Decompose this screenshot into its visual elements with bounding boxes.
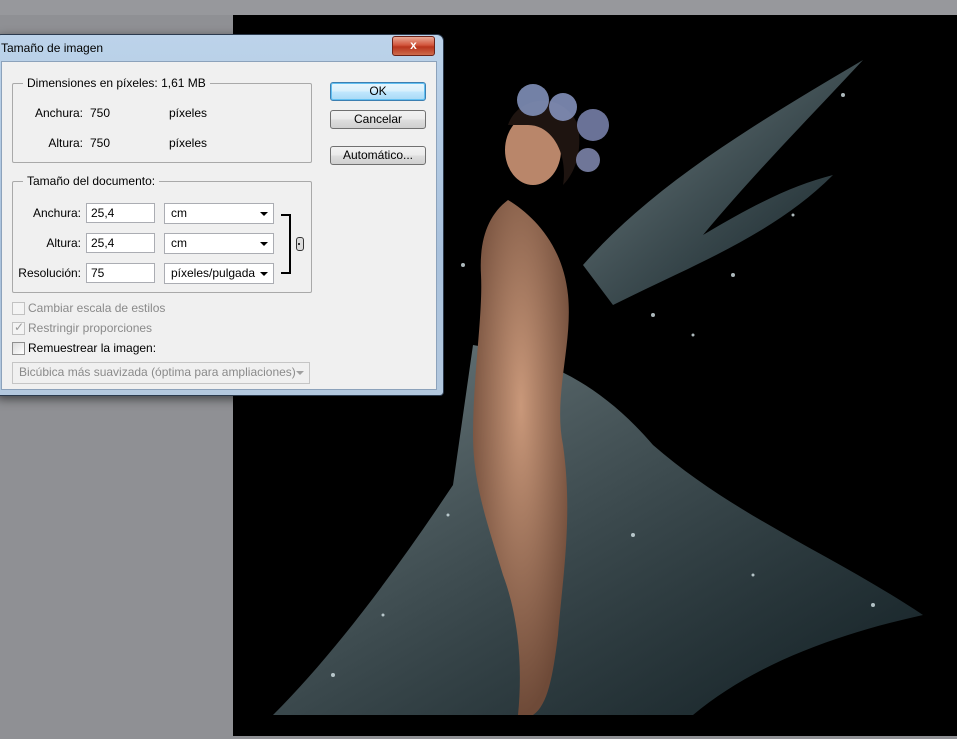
pixel-width-label: Anchura: xyxy=(34,106,83,120)
close-button[interactable]: x xyxy=(392,36,435,56)
scale-styles-checkbox[interactable] xyxy=(12,302,25,315)
image-size-dialog: Tamaño de imagen x Dimensiones en píxele… xyxy=(0,34,444,396)
doc-width-label: Anchura: xyxy=(32,206,81,220)
pixel-dimensions-group: Dimensiones en píxeles: 1,61 MB Anchura:… xyxy=(12,76,312,163)
constrain-proportions-label: Restringir proporciones xyxy=(28,321,153,335)
pixel-dimensions-label: Dimensiones en píxeles: 1,61 MB xyxy=(23,76,210,90)
dialog-client-area: Dimensiones en píxeles: 1,61 MB Anchura:… xyxy=(1,61,437,390)
doc-height-label: Altura: xyxy=(46,236,81,250)
resolution-input[interactable]: 75 xyxy=(86,263,155,283)
resample-method-value: Bicúbica más suavizada (óptima para ampl… xyxy=(19,365,296,379)
resample-label: Remuestrear la imagen: xyxy=(28,341,157,355)
constrain-proportions-checkbox[interactable]: ✓ xyxy=(12,320,25,335)
pixel-dimensions-size: 1,61 MB xyxy=(161,76,206,90)
dialog-titlebar[interactable]: Tamaño de imagen x xyxy=(0,35,443,60)
resample-method-select[interactable]: Bicúbica más suavizada (óptima para ampl… xyxy=(12,362,310,384)
dropdown-arrow-icon xyxy=(260,272,268,276)
ok-button[interactable]: OK xyxy=(330,82,426,101)
auto-button[interactable]: Automático... xyxy=(330,146,426,165)
doc-width-unit-value: cm xyxy=(171,206,187,220)
pixel-height-unit: píxeles xyxy=(169,136,208,150)
doc-height-input[interactable]: 25,4 xyxy=(86,233,155,253)
pixel-height-value: 750 xyxy=(90,136,111,150)
doc-height-unit-value: cm xyxy=(171,236,187,250)
doc-height-unit-select[interactable]: cm xyxy=(164,233,274,254)
pixel-height-label: Altura: xyxy=(48,136,83,150)
pixel-width-unit: píxeles xyxy=(169,106,208,120)
resample-checkbox[interactable] xyxy=(12,342,25,355)
proportion-link-bracket xyxy=(281,214,291,274)
resolution-label: Resolución: xyxy=(18,266,81,280)
dialog-title: Tamaño de imagen xyxy=(1,41,104,55)
document-size-group: Tamaño del documento: Anchura: 25,4 cm A… xyxy=(12,174,312,293)
workspace-background xyxy=(0,0,957,15)
scale-styles-label: Cambiar escala de estilos xyxy=(28,301,166,315)
dropdown-arrow-icon xyxy=(260,242,268,246)
resolution-unit-value: píxeles/pulgada xyxy=(171,266,256,280)
doc-width-unit-select[interactable]: cm xyxy=(164,203,274,224)
pixel-width-value: 750 xyxy=(90,106,111,120)
document-size-label: Tamaño del documento: xyxy=(23,174,160,188)
dropdown-arrow-icon xyxy=(260,212,268,216)
resolution-unit-select[interactable]: píxeles/pulgada xyxy=(164,263,274,284)
chain-link-icon xyxy=(296,237,304,251)
close-icon: x xyxy=(410,38,417,52)
cancel-button[interactable]: Cancelar xyxy=(330,110,426,129)
doc-width-input[interactable]: 25,4 xyxy=(86,203,155,223)
dropdown-arrow-icon xyxy=(296,371,304,375)
checkmark-icon: ✓ xyxy=(14,320,25,334)
